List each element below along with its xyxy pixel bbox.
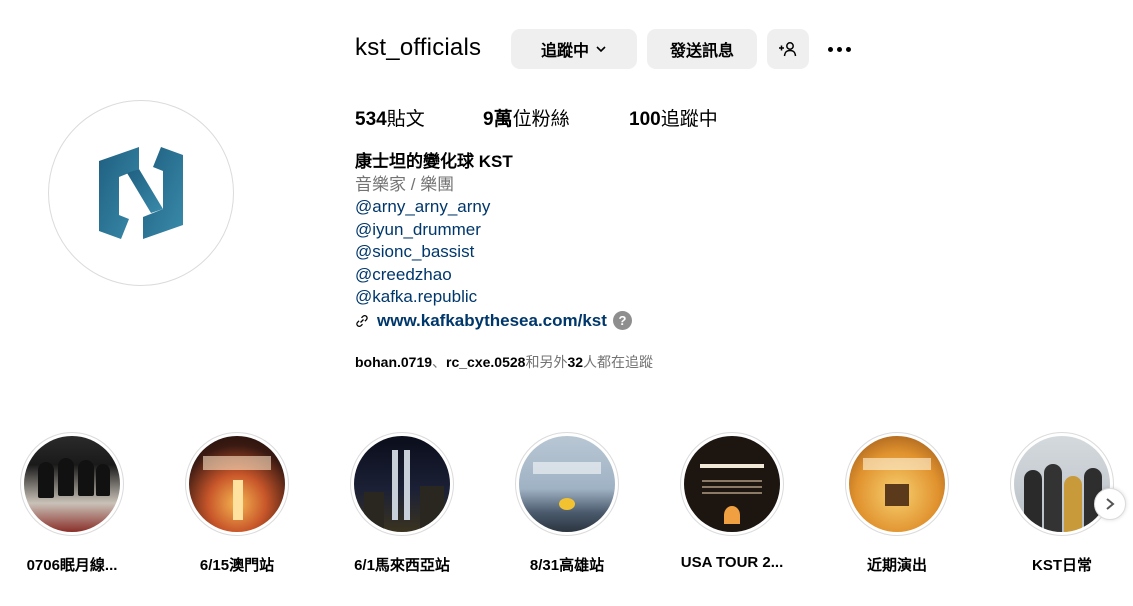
following-count: 100 [629, 109, 661, 130]
following-label: 追蹤中 [660, 109, 718, 130]
highlight-item[interactable]: 近期演出 [832, 432, 962, 575]
chevron-down-icon [596, 46, 606, 53]
following-button-label: 追蹤中 [540, 43, 589, 60]
highlight-ring [845, 432, 949, 536]
highlight-ring [515, 432, 619, 536]
followed-by-count: 32 [567, 354, 584, 370]
profile-stats: 534貼文 9萬位粉絲 100追蹤中 [355, 104, 718, 131]
followed-by-pre: 和另外 [525, 354, 568, 370]
highlight-thumbnail [849, 436, 945, 532]
message-button-label: 發送訊息 [669, 43, 734, 60]
highlight-label: 0706眠月線... [26, 557, 118, 574]
external-link-row: www.kafkabythesea.com/kst ? [355, 310, 632, 333]
highlight-thumbnail [354, 436, 450, 532]
follower-username[interactable]: rc_cxe.0528 [446, 354, 525, 370]
follower-username[interactable]: bohan.0719 [355, 354, 432, 370]
highlight-item[interactable]: 0706眠月線... [7, 432, 137, 575]
profile-bio: 康士坦的變化球 KST 音樂家 / 樂團 @arny_arny_arny @iy… [355, 151, 632, 332]
profile-full-name: 康士坦的變化球 KST [355, 152, 513, 171]
mention-link[interactable]: @arny_arny_arny [355, 196, 632, 219]
highlight-label: 6/15澳門站 [199, 557, 275, 574]
kst-logo-icon [99, 147, 183, 239]
followed-by-text[interactable]: bohan.0719、rc_cxe.0528和另外32人都在追蹤 [355, 352, 653, 372]
posts-stat: 534貼文 [355, 104, 483, 131]
highlight-ring [20, 432, 124, 536]
highlight-label: 8/31高雄站 [529, 557, 605, 574]
highlight-label: 6/1馬來西亞站 [354, 557, 450, 574]
story-highlights: 0706眠月線... 6/15澳門站 6/1馬來西亞站 8/31高雄站 USA … [0, 432, 1133, 582]
followers-stat[interactable]: 9萬位粉絲 [483, 104, 629, 131]
chevron-right-icon [1106, 498, 1115, 510]
highlights-next-button[interactable] [1094, 488, 1126, 520]
mention-link[interactable]: @sionc_bassist [355, 241, 632, 264]
highlight-label: 近期演出 [866, 557, 927, 574]
highlight-item[interactable]: 6/15澳門站 [172, 432, 302, 575]
following-button[interactable]: 追蹤中 [511, 29, 637, 69]
highlight-ring [185, 432, 289, 536]
highlight-ring [680, 432, 784, 536]
highlight-thumbnail [684, 436, 780, 532]
help-icon[interactable]: ? [612, 311, 632, 331]
followers-count: 9萬 [483, 109, 513, 130]
posts-count: 534 [355, 109, 387, 130]
highlight-thumbnail [1014, 436, 1110, 532]
highlight-thumbnail [189, 436, 285, 532]
message-button[interactable]: 發送訊息 [647, 29, 757, 69]
profile-username: kst_officials [355, 34, 482, 61]
highlight-label: USA TOUR 2... [680, 554, 784, 571]
mention-link[interactable]: @kafka.republic [355, 286, 632, 309]
profile-avatar[interactable] [48, 100, 234, 286]
highlight-label: KST日常 [1031, 557, 1092, 574]
posts-label: 貼文 [386, 109, 425, 130]
followed-by-post: 人都在追蹤 [583, 354, 654, 370]
followers-label: 位粉絲 [512, 109, 570, 130]
highlight-item[interactable]: 8/31高雄站 [502, 432, 632, 575]
highlight-ring [350, 432, 454, 536]
following-stat[interactable]: 100追蹤中 [629, 104, 718, 131]
suggest-user-button[interactable] [767, 29, 809, 69]
more-options-icon[interactable] [822, 36, 856, 62]
add-person-icon [779, 42, 797, 57]
highlight-item[interactable]: USA TOUR 2... [667, 432, 797, 571]
external-link[interactable]: www.kafkabythesea.com/kst [377, 310, 607, 333]
separator: 、 [432, 354, 447, 370]
profile-category: 音樂家 / 樂團 [355, 174, 455, 194]
link-icon [356, 314, 368, 327]
highlight-item[interactable]: 6/1馬來西亞站 [337, 432, 467, 575]
highlight-thumbnail [519, 436, 615, 532]
highlight-thumbnail [24, 436, 120, 532]
mention-link[interactable]: @iyun_drummer [355, 219, 632, 242]
mention-link[interactable]: @creedzhao [355, 264, 632, 287]
highlight-ring [1010, 432, 1114, 536]
